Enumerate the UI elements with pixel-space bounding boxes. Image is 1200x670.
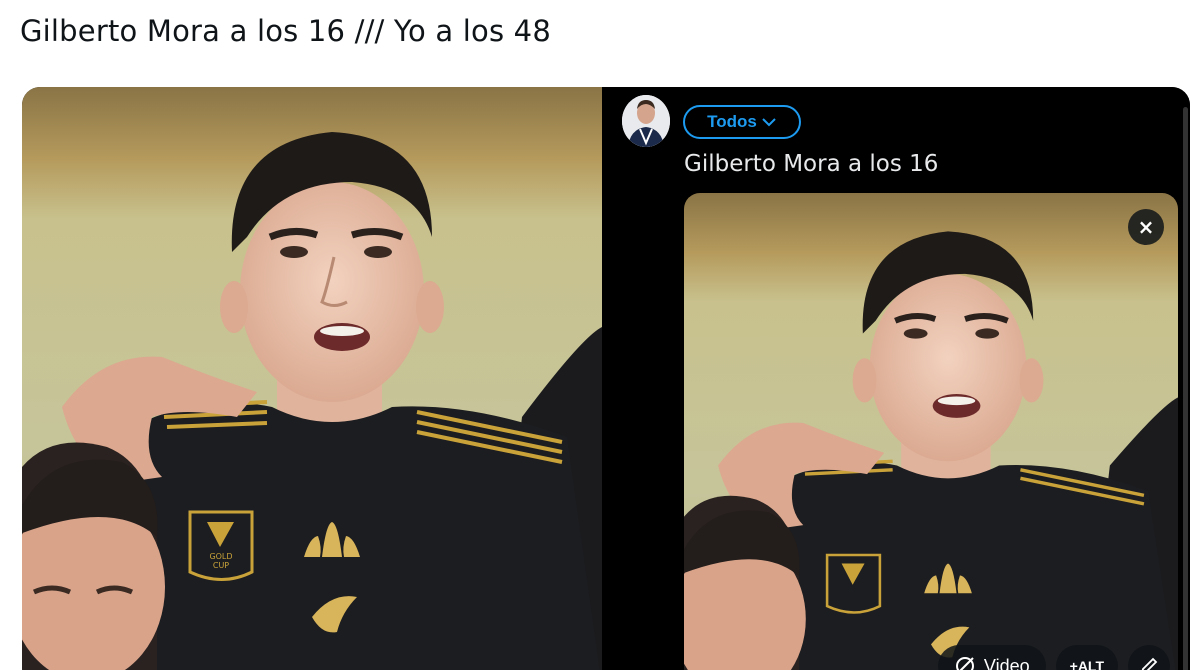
video-button[interactable]: Video (937, 645, 1046, 670)
avatar[interactable] (622, 95, 670, 147)
audience-selector-button[interactable]: Todos (683, 105, 801, 139)
audience-label: Todos (707, 112, 757, 131)
edit-media-button[interactable] (1128, 645, 1170, 670)
draft-text[interactable]: Gilberto Mora a los 16 (684, 151, 938, 177)
player-illustration: GOLD CUP (22, 87, 602, 670)
tweet-page: Gilberto Mora a los 16 /// Yo a los 48 G… (0, 0, 1200, 670)
media-grid: GOLD CUP Todos Gilberto Mora a los 16 × … (22, 87, 1190, 670)
close-icon: × (1137, 215, 1155, 239)
badge-line-1: GOLD (209, 552, 232, 561)
attached-media[interactable]: × Video +ALT (684, 193, 1178, 670)
player-photo-left[interactable]: GOLD CUP (22, 87, 602, 670)
no-video-icon (954, 655, 976, 670)
post-text: Gilberto Mora a los 16 /// Yo a los 48 (20, 14, 551, 48)
chevron-down-icon (761, 116, 777, 128)
add-alt-text-button[interactable]: +ALT (1055, 645, 1118, 670)
video-label: Video (983, 655, 1030, 670)
remove-media-button[interactable]: × (1128, 209, 1164, 245)
composer-screenshot: Todos Gilberto Mora a los 16 × Video +AL… (608, 87, 1190, 670)
alt-label: +ALT (1069, 658, 1104, 670)
player-illustration-small (684, 193, 1178, 670)
scrollbar[interactable] (1183, 107, 1188, 670)
badge-line-2: CUP (213, 561, 229, 570)
pencil-icon (1139, 656, 1159, 670)
media-toolbar: Video +ALT (937, 645, 1178, 670)
